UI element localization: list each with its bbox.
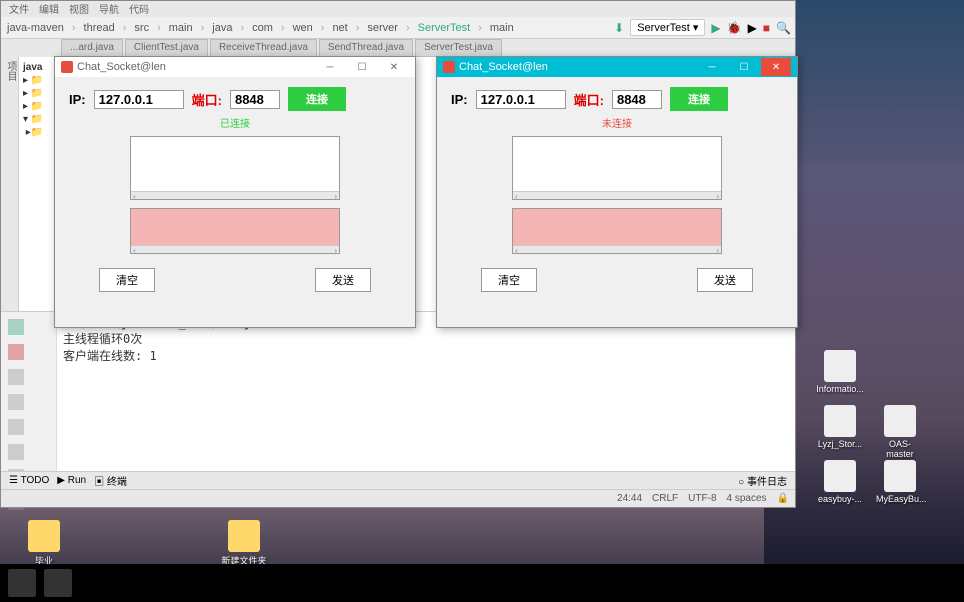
line-separator[interactable]: CRLF [652, 493, 678, 504]
taskbar [0, 564, 964, 602]
scrollbar[interactable]: ‹› [513, 191, 721, 199]
indent[interactable]: 4 spaces [727, 493, 767, 504]
ip-label: IP: [451, 92, 468, 107]
folder-icon [228, 520, 260, 552]
connection-status: 未连接 [451, 115, 783, 130]
connection-status: 已连接 [69, 115, 401, 130]
debug-icon[interactable]: 🐞 [727, 21, 742, 35]
run-config-selector[interactable]: ServerTest ▾ [630, 19, 705, 36]
message-display[interactable]: ‹› [130, 136, 340, 200]
desktop-icon[interactable]: 新建文件夹 [220, 520, 268, 567]
folder-icon [824, 405, 856, 437]
scrollbar[interactable]: ‹› [131, 245, 339, 253]
taskbar-item[interactable] [8, 569, 36, 597]
close-button[interactable]: ✕ [379, 58, 409, 76]
send-button[interactable]: 发送 [315, 268, 371, 292]
editor-tab[interactable]: ReceiveThread.java [210, 39, 317, 57]
folder-icon [824, 460, 856, 492]
editor-tabs: ...ard.java ClientTest.java ReceiveThrea… [1, 39, 795, 57]
clear-button[interactable]: 清空 [481, 268, 537, 292]
menubar: 文件编辑视图导航代码 [1, 1, 795, 17]
folder-icon [884, 460, 916, 492]
port-label: 端口: [192, 90, 222, 109]
minimize-button[interactable]: ─ [315, 58, 345, 76]
stop-icon[interactable] [8, 344, 24, 360]
todo-tab[interactable]: ☰ TODO [9, 475, 49, 486]
breadcrumb[interactable]: java-maven› thread› src› main› java› com… [5, 22, 612, 34]
layout-icon[interactable] [8, 369, 24, 385]
desktop-icon[interactable]: 毕业 [20, 520, 68, 567]
chat-window-2: Chat_Socket@len ─ ☐ ✕ IP: 端口: 连接 未连接 ‹› … [436, 56, 798, 328]
editor-tab[interactable]: ClientTest.java [125, 39, 208, 57]
bottom-tool-tabs: ☰ TODO ▶ Run ▣ 终端 ○ 事件日志 [1, 471, 795, 489]
message-input[interactable]: ‹› [512, 208, 722, 254]
maximize-button[interactable]: ☐ [347, 58, 377, 76]
print-icon[interactable] [8, 394, 24, 410]
ip-label: IP: [69, 92, 86, 107]
scrollbar[interactable]: ‹› [131, 191, 339, 199]
folder-icon [28, 520, 60, 552]
ip-input[interactable] [94, 90, 184, 109]
event-log-tab[interactable]: ○ 事件日志 [738, 473, 787, 488]
status-bar: 24:44 CRLF UTF-8 4 spaces 🔒 [1, 489, 795, 507]
port-label: 端口: [574, 90, 604, 109]
stop-icon[interactable]: ■ [763, 21, 770, 35]
maximize-button[interactable]: ☐ [729, 58, 759, 76]
lock-icon: 🔒 [777, 493, 789, 504]
app-icon [61, 61, 73, 73]
desktop-icon[interactable]: OAS-master [876, 405, 924, 459]
titlebar[interactable]: Chat_Socket@len ─ ☐ ✕ [55, 57, 415, 77]
close-button[interactable]: ✕ [761, 58, 791, 76]
editor-tab[interactable]: ServerTest.java [415, 39, 502, 57]
message-input[interactable]: ‹› [130, 208, 340, 254]
editor-tab[interactable]: ...ard.java [61, 39, 123, 57]
console-output[interactable]: D:\Java\jdk1.8.0_172\bin\java.exe ... 主线… [57, 312, 795, 471]
toolbar: java-maven› thread› src› main› java› com… [1, 17, 795, 39]
app-icon [443, 61, 455, 73]
connect-button[interactable]: 连接 [670, 87, 728, 111]
chat-window-1: Chat_Socket@len ─ ☐ ✕ IP: 端口: 连接 已连接 ‹› … [54, 56, 416, 328]
window-title: Chat_Socket@len [459, 61, 548, 73]
desktop-icon[interactable]: Informatio... [816, 350, 864, 394]
titlebar[interactable]: Chat_Socket@len ─ ☐ ✕ [437, 57, 797, 77]
send-button[interactable]: 发送 [697, 268, 753, 292]
build-icon[interactable]: ⬇ [614, 21, 624, 35]
taskbar-item[interactable] [44, 569, 72, 597]
message-display[interactable]: ‹› [512, 136, 722, 200]
desktop-icon[interactable]: easybuy-... [816, 460, 864, 504]
scroll-icon[interactable] [8, 444, 24, 460]
port-input[interactable] [230, 90, 280, 109]
cursor-position: 24:44 [617, 493, 642, 504]
scrollbar[interactable]: ‹› [513, 245, 721, 253]
run-tab[interactable]: ▶ Run [57, 475, 86, 486]
folder-icon [824, 350, 856, 382]
window-title: Chat_Socket@len [77, 61, 166, 73]
desktop-icon[interactable]: MyEasyBu... [876, 460, 924, 504]
folder-icon [884, 405, 916, 437]
encoding[interactable]: UTF-8 [688, 493, 716, 504]
wrap-icon[interactable] [8, 419, 24, 435]
desktop-icon[interactable]: Lyzj_Stor... [816, 405, 864, 449]
rerun-icon[interactable] [8, 319, 24, 335]
search-icon[interactable]: 🔍 [776, 21, 791, 35]
minimize-button[interactable]: ─ [697, 58, 727, 76]
ip-input[interactable] [476, 90, 566, 109]
port-input[interactable] [612, 90, 662, 109]
run-gutter [1, 312, 57, 471]
clear-button[interactable]: 清空 [99, 268, 155, 292]
coverage-icon[interactable]: ▶ [748, 21, 757, 35]
editor-tab[interactable]: SendThread.java [319, 39, 413, 57]
run-panel: D:\Java\jdk1.8.0_172\bin\java.exe ... 主线… [1, 311, 795, 471]
connect-button[interactable]: 连接 [288, 87, 346, 111]
terminal-tab[interactable]: ▣ 终端 [94, 473, 127, 488]
run-icon[interactable]: ▶ [711, 21, 720, 35]
